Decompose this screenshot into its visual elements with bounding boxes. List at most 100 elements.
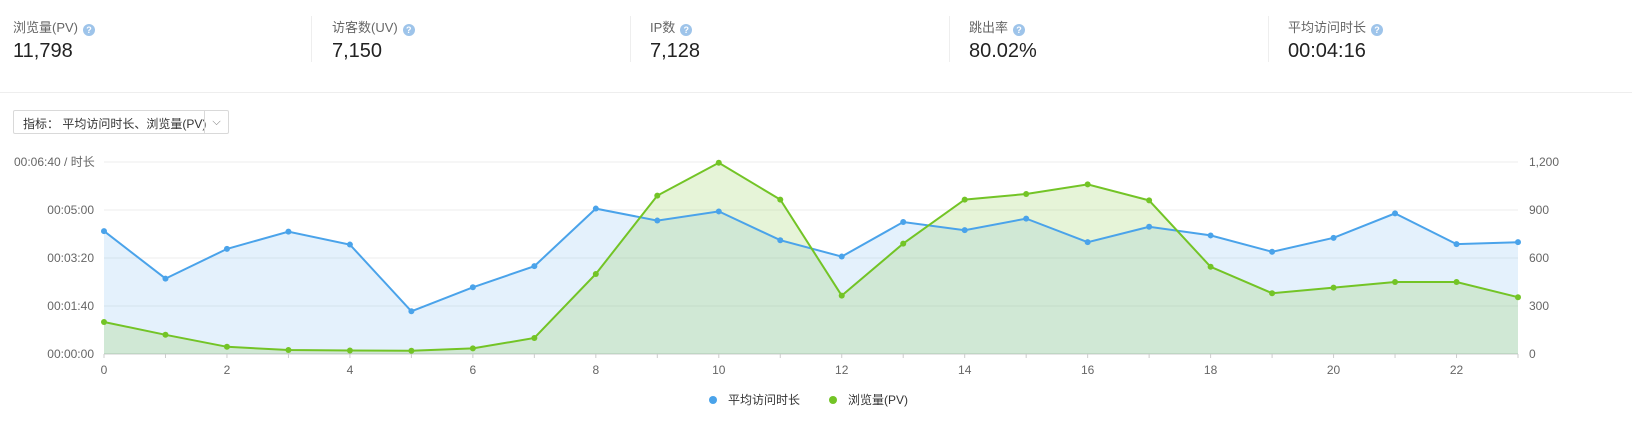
metric-select-label: 指标： 平均访问时长、浏览量(PV)	[23, 117, 207, 131]
data-point[interactable]	[900, 219, 907, 225]
data-point[interactable]	[961, 227, 968, 234]
x-tick-label: 4	[347, 363, 354, 377]
stat-label: 浏览量(PV)?	[13, 17, 96, 36]
x-tick-label: 0	[101, 363, 108, 377]
data-point[interactable]	[1023, 215, 1030, 222]
data-point[interactable]	[101, 319, 107, 325]
x-tick-label: 10	[712, 363, 726, 377]
help-icon[interactable]: ?	[1371, 24, 1384, 36]
x-tick-label: 22	[1450, 363, 1464, 377]
stat-divider	[1268, 16, 1269, 62]
data-point[interactable]	[1269, 248, 1276, 255]
stat-divider	[949, 16, 950, 62]
y-left-tick-label: 00:01:40	[47, 299, 94, 313]
data-point[interactable]	[1269, 290, 1276, 297]
data-point[interactable]	[1392, 210, 1399, 217]
data-point[interactable]	[654, 217, 661, 224]
y-left-tick-label: 00:03:20	[47, 251, 94, 265]
x-tick-label: 18	[1204, 363, 1218, 377]
left-axis: 00:00:00 00:01:40 00:03:20 00:05:00 00:06:40…	[14, 155, 95, 361]
stat-value: 80.02%	[969, 40, 1037, 62]
x-tick-label: 16	[1081, 363, 1095, 377]
data-point[interactable]	[961, 196, 968, 203]
stat-value: 7,128	[650, 40, 701, 62]
data-point[interactable]	[285, 347, 292, 353]
x-tick-label: 12	[835, 363, 849, 377]
data-point[interactable]	[592, 205, 599, 212]
help-icon[interactable]: ?	[83, 24, 96, 36]
y-left-axis-label: 00:06:40 / 时长	[14, 155, 95, 169]
data-point[interactable]	[838, 253, 845, 260]
data-point[interactable]	[531, 335, 538, 341]
stat-label: 平均访问时长?	[1288, 17, 1384, 36]
stat-divider	[311, 16, 312, 62]
data-point[interactable]	[1207, 263, 1214, 270]
stat-value: 11,798	[13, 40, 73, 62]
data-point[interactable]	[469, 284, 476, 291]
stat-label: 访客数(UV)?	[332, 17, 415, 36]
metric-select[interactable]: 指标： 平均访问时长、浏览量(PV) ⌵	[13, 110, 229, 134]
x-axis: 0 2 4 6 8 10 12 14 16 18 20 22	[101, 354, 1519, 377]
data-point[interactable]	[531, 263, 538, 270]
stat-value: 00:04:16	[1288, 40, 1366, 62]
x-tick-label: 14	[958, 363, 972, 377]
x-tick-label: 20	[1327, 363, 1341, 377]
data-point[interactable]	[777, 196, 784, 203]
x-tick-label: 6	[470, 363, 477, 377]
y-right-tick-label: 900	[1529, 203, 1549, 217]
stat-divider	[630, 16, 631, 62]
data-point[interactable]	[408, 308, 415, 315]
help-icon[interactable]: ?	[680, 24, 693, 36]
data-point[interactable]	[1330, 284, 1337, 291]
data-point[interactable]	[1330, 234, 1337, 241]
legend-label[interactable]: 浏览量(PV)	[848, 392, 908, 407]
data-point[interactable]	[223, 343, 230, 350]
data-point[interactable]	[101, 228, 107, 235]
data-point[interactable]	[162, 275, 169, 282]
data-point[interactable]	[1084, 239, 1091, 246]
legend-label[interactable]: 平均访问时长	[728, 393, 800, 407]
data-point[interactable]	[715, 208, 722, 215]
legend-marker[interactable]	[829, 396, 837, 404]
data-point[interactable]	[408, 347, 415, 354]
data-point[interactable]	[715, 159, 722, 166]
y-right-tick-label: 600	[1529, 251, 1549, 265]
data-point[interactable]	[1453, 241, 1460, 248]
data-point[interactable]	[1392, 279, 1399, 285]
data-point[interactable]	[162, 331, 169, 338]
data-point[interactable]	[1515, 294, 1521, 301]
help-icon[interactable]: ?	[1013, 24, 1026, 36]
data-point[interactable]	[346, 347, 353, 354]
area-chart: 00:00:00 00:01:40 00:03:20 00:05:00 00:06:40…	[14, 155, 1559, 407]
x-tick-label: 2	[224, 363, 231, 377]
data-point[interactable]	[346, 241, 353, 248]
data-point[interactable]	[1515, 239, 1521, 246]
y-left-tick-label: 00:05:00	[47, 203, 94, 217]
data-point[interactable]	[223, 245, 230, 252]
stats-bar: 浏览量(PV)? 11,798 访客数(UV)? 7,150 IP数? 7,12…	[0, 0, 1632, 93]
y-right-tick-label: 1,200	[1529, 155, 1559, 169]
y-left-tick-label: 00:00:00	[47, 347, 94, 361]
y-right-tick-label: 0	[1529, 347, 1536, 361]
chevron-down-icon[interactable]: ⌵	[204, 111, 228, 133]
data-point[interactable]	[1207, 232, 1214, 239]
legend-marker[interactable]	[709, 396, 717, 404]
x-tick-label: 8	[592, 363, 599, 377]
data-point[interactable]	[777, 237, 784, 244]
stat-label: 跳出率?	[969, 17, 1026, 36]
data-point[interactable]	[592, 271, 599, 277]
data-point[interactable]	[469, 345, 476, 352]
data-point[interactable]	[1023, 191, 1030, 197]
data-point[interactable]	[838, 292, 845, 299]
data-point[interactable]	[900, 240, 907, 247]
data-point[interactable]	[654, 192, 661, 199]
data-point[interactable]	[1453, 279, 1460, 285]
legend[interactable]: 平均访问时长 浏览量(PV)	[709, 392, 908, 407]
data-point[interactable]	[1084, 181, 1091, 188]
data-point[interactable]	[285, 228, 292, 235]
data-point[interactable]	[1146, 197, 1153, 204]
series-areas	[104, 162, 1518, 354]
data-point[interactable]	[1146, 223, 1153, 230]
right-axis: 0 300 600 900 1,200	[1529, 155, 1559, 361]
help-icon[interactable]: ?	[402, 24, 415, 36]
